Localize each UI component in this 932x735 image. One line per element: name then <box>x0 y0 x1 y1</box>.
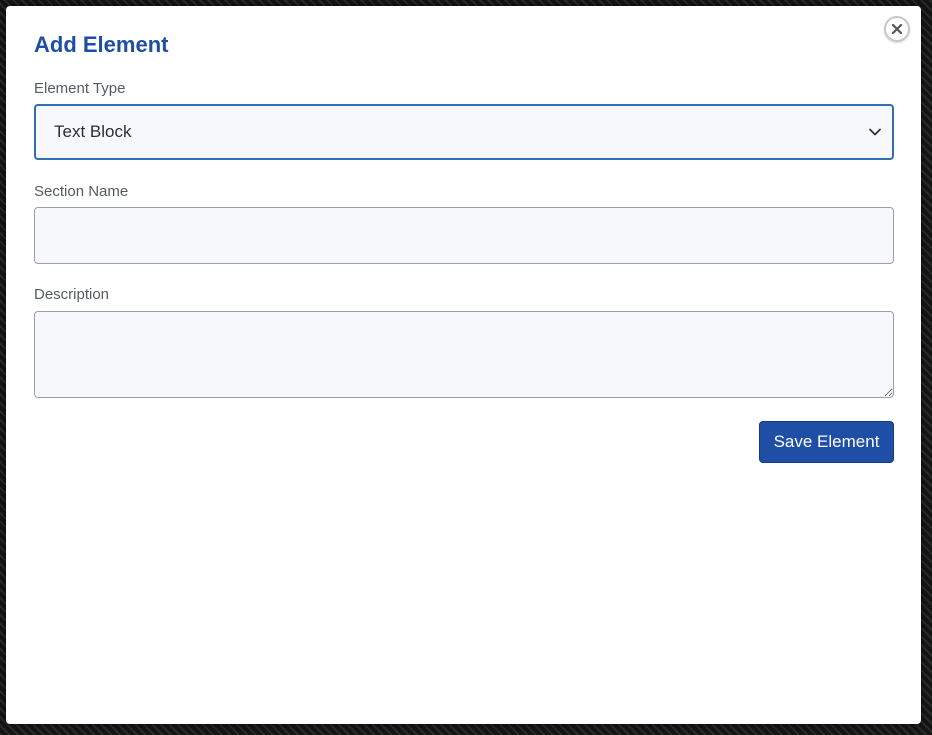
save-element-button[interactable]: Save Element <box>759 421 894 463</box>
close-icon <box>892 24 902 34</box>
description-label: Description <box>34 286 110 303</box>
element-type-label: Element Type <box>34 80 126 97</box>
element-type-selected-value: Text Block <box>54 122 132 141</box>
element-type-select[interactable]: Text Block <box>34 104 894 160</box>
close-button[interactable] <box>884 16 910 42</box>
description-textarea[interactable] <box>34 311 894 398</box>
section-name-input[interactable] <box>34 207 894 264</box>
modal-title: Add Element <box>34 32 169 57</box>
add-element-modal: Add Element Element Type Text Block Sect… <box>6 6 921 724</box>
section-name-label: Section Name <box>34 183 129 200</box>
chevron-down-icon <box>869 128 881 136</box>
